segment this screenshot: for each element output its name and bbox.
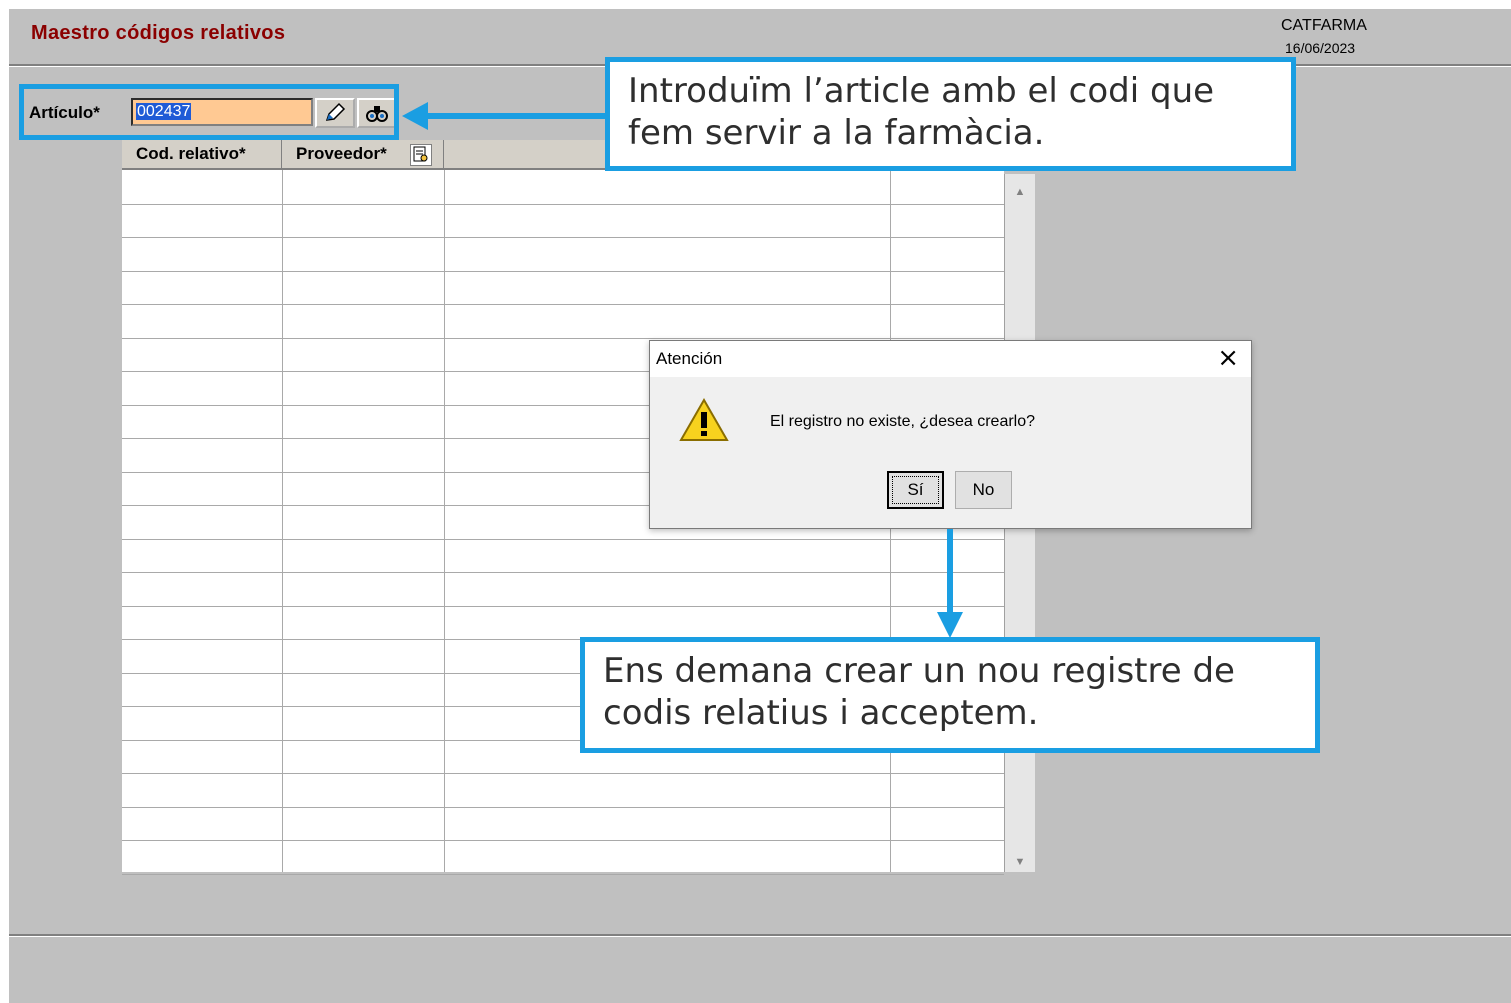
table-row[interactable] (122, 840, 1004, 841)
table-row[interactable] (122, 873, 1004, 875)
table-row[interactable] (122, 605, 1004, 607)
top-callout: Introduïm l’article amb el codi que fem … (605, 57, 1296, 171)
dialog-titlebar: Atención × (650, 341, 1251, 377)
table-row[interactable] (122, 270, 1004, 272)
dialog-title: Atención (656, 349, 723, 368)
footer-divider (9, 934, 1511, 937)
table-row[interactable] (122, 538, 1004, 540)
column-divider (282, 170, 283, 872)
bottom-callout: Ens demana crear un nou registre de codi… (580, 637, 1320, 753)
table-row[interactable] (122, 337, 1004, 339)
column-picker-button[interactable] (410, 144, 432, 166)
table-row[interactable] (122, 773, 1004, 774)
close-icon[interactable]: × (1217, 343, 1239, 373)
page-title: Maestro códigos relativos (31, 22, 286, 44)
table-row[interactable] (122, 806, 1004, 808)
table-row[interactable] (122, 304, 1004, 305)
article-highlight (19, 84, 399, 140)
dialog-message: El registro no existe, ¿desea crearlo? (770, 413, 1036, 430)
warning-icon (679, 397, 729, 441)
top-callout-arrow-line (420, 113, 612, 119)
column-divider (444, 170, 445, 872)
date-label: 16/06/2023 (1285, 40, 1356, 56)
brand-label: CATFARMA (1281, 17, 1367, 34)
scroll-down-icon[interactable]: ▼ (1005, 850, 1035, 874)
scroll-up-icon[interactable]: ▲ (1005, 180, 1035, 204)
table-row[interactable] (122, 237, 1004, 238)
attention-dialog: Atención × El registro no existe, ¿desea… (649, 340, 1252, 529)
yes-button[interactable]: Sí (887, 471, 944, 509)
document-search-icon (413, 146, 428, 162)
top-callout-arrowhead (402, 102, 428, 130)
table-row[interactable] (122, 203, 1004, 205)
bottom-callout-arrowhead (937, 612, 963, 638)
bottom-callout-arrow-line (947, 529, 953, 624)
col-header-cod-relativo[interactable]: Cod. relativo* (122, 140, 282, 170)
no-button[interactable]: No (955, 471, 1012, 509)
table-row[interactable] (122, 572, 1004, 573)
dialog-body: El registro no existe, ¿desea crearlo? S… (650, 377, 1251, 528)
